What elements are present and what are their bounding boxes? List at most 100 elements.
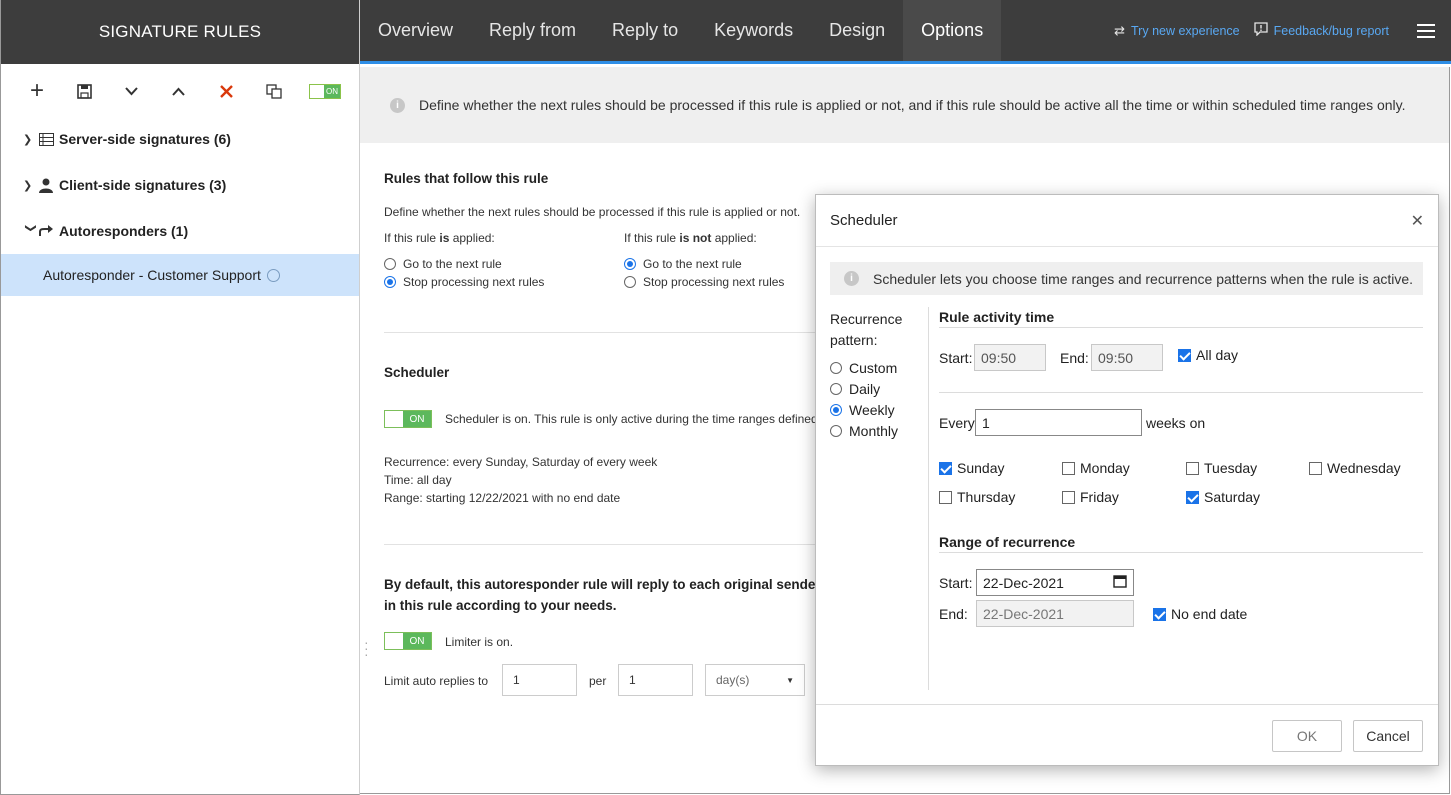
chevron-down-icon[interactable]: ❯ (25, 223, 38, 239)
tree-node-label: Client-side signatures (3) (59, 177, 227, 193)
tab-reply-to[interactable]: Reply to (594, 0, 696, 61)
add-icon[interactable]: + (25, 77, 49, 104)
banner-text: Define whether the next rules should be … (419, 97, 1406, 113)
reply-arrow-icon (39, 225, 59, 237)
column-divider (928, 307, 929, 690)
scheduler-recurrence-summary: Recurrence: every Sunday, Saturday of ev… (384, 455, 658, 469)
limit-count-input[interactable]: 1 (502, 664, 577, 696)
tree-node-autoresponders[interactable]: ❯ Autoresponders (1) (1, 208, 359, 254)
day-saturday-checkbox[interactable]: Saturday (1186, 489, 1260, 505)
dialog-header: Scheduler ✕ (816, 195, 1438, 247)
every-label: Every (939, 415, 975, 431)
tree-node-server-side[interactable]: ❯ Server-side signatures (6) (1, 116, 359, 162)
info-icon: i (390, 97, 405, 113)
delete-icon[interactable] (214, 79, 238, 103)
end-time-label: End: (1060, 350, 1089, 366)
per-count-input[interactable]: 1 (618, 664, 693, 696)
scheduler-status: Scheduler is on. This rule is only activ… (445, 412, 818, 426)
move-up-icon[interactable] (167, 79, 191, 103)
if-not-applied-label: If this rule is not applied: (624, 231, 757, 245)
limiter-text-2: in this rule according to your needs. (384, 598, 617, 613)
per-label: per (589, 674, 607, 688)
range-end-label: End: (939, 606, 968, 622)
dialog-title: Scheduler (830, 212, 898, 229)
no-end-date-checkbox[interactable]: No end date (1153, 606, 1247, 622)
all-day-checkbox[interactable]: All day (1178, 347, 1238, 363)
range-of-recurrence-title: Range of recurrence (939, 534, 1076, 550)
menu-icon[interactable] (1417, 23, 1435, 38)
user-icon (39, 178, 59, 193)
tree-node-label: Server-side signatures (6) (59, 131, 231, 147)
day-monday-checkbox[interactable]: Monday (1062, 460, 1130, 476)
period-unit-select[interactable]: day(s) ▼ (705, 664, 805, 696)
range-end-date-input[interactable]: 22-Dec-2021 (976, 600, 1134, 627)
pattern-custom-radio[interactable]: Custom (830, 357, 898, 378)
day-friday-checkbox[interactable]: Friday (1062, 489, 1119, 505)
tree-item-label: Autoresponder - Customer Support (43, 267, 261, 283)
limiter-toggle[interactable]: ON (384, 632, 432, 650)
ok-button[interactable]: OK (1272, 720, 1342, 752)
section-rule (939, 392, 1423, 393)
calendar-icon[interactable] (1113, 574, 1127, 591)
chevron-right-icon[interactable]: ❯ (23, 179, 39, 192)
tree-node-client-side[interactable]: ❯ Client-side signatures (3) (1, 162, 359, 208)
limiter-status: Limiter is on. (445, 635, 514, 649)
tree-item-autoresponder-customer-support[interactable]: Autoresponder - Customer Support (1, 254, 359, 296)
try-new-experience-link[interactable]: ⇄ Try new experience (1114, 23, 1240, 39)
save-icon[interactable] (72, 79, 96, 103)
feedback-label: Feedback/bug report (1273, 23, 1389, 38)
applied-stop-option[interactable]: Stop processing next rules (384, 275, 544, 289)
section-rule (939, 327, 1423, 328)
rule-enabled-toggle[interactable]: ON (308, 83, 341, 99)
recurrence-pattern-group: Custom Daily Weekly Monthly (830, 357, 898, 441)
caret-down-icon: ▼ (786, 675, 794, 685)
tab-overview[interactable]: Overview (360, 0, 471, 61)
tab-design[interactable]: Design (811, 0, 903, 61)
applied-go-next-option[interactable]: Go to the next rule (384, 257, 502, 271)
rules-follow-desc: Define whether the next rules should be … (384, 205, 801, 219)
footer-rule (816, 704, 1438, 705)
divider (384, 332, 824, 333)
every-weeks-input[interactable]: 1 (975, 409, 1142, 436)
info-icon: i (844, 271, 859, 286)
day-thursday-checkbox[interactable]: Thursday (939, 489, 1015, 505)
pattern-monthly-radio[interactable]: Monthly (830, 420, 898, 441)
day-tuesday-checkbox[interactable]: Tuesday (1186, 460, 1257, 476)
if-applied-label: If this rule is applied: (384, 231, 495, 245)
close-icon[interactable]: ✕ (1411, 211, 1424, 231)
feedback-link[interactable]: Feedback/bug report (1253, 22, 1389, 39)
not-applied-go-next-option[interactable]: Go to the next rule (624, 257, 742, 271)
section-rule (939, 552, 1423, 553)
divider (384, 544, 824, 545)
end-time-input[interactable]: 09:50 (1091, 344, 1163, 371)
start-time-input[interactable]: 09:50 (974, 344, 1046, 371)
limit-auto-replies-label: Limit auto replies to (384, 674, 489, 688)
day-wednesday-checkbox[interactable]: Wednesday (1309, 460, 1401, 476)
tab-keywords[interactable]: Keywords (696, 0, 811, 61)
rules-follow-title: Rules that follow this rule (384, 171, 549, 186)
drag-handle-icon[interactable]: · · · (364, 635, 369, 661)
day-sunday-checkbox[interactable]: Sunday (939, 460, 1004, 476)
copy-icon[interactable] (262, 79, 286, 103)
cancel-button[interactable]: Cancel (1353, 720, 1423, 752)
options-info-banner: i Define whether the next rules should b… (360, 67, 1449, 143)
chevron-right-icon[interactable]: ❯ (23, 133, 39, 146)
scheduler-range-summary: Range: starting 12/22/2021 with no end d… (384, 491, 621, 505)
switch-arrows-icon: ⇄ (1114, 22, 1126, 38)
move-down-icon[interactable] (120, 79, 144, 103)
range-start-date-input[interactable]: 22-Dec-2021 (976, 569, 1134, 596)
rule-activity-time-title: Rule activity time (939, 309, 1055, 325)
pattern-daily-radio[interactable]: Daily (830, 378, 898, 399)
dialog-info-text: Scheduler lets you choose time ranges an… (873, 270, 1414, 287)
scheduler-section-title: Scheduler (384, 365, 450, 380)
sidebar-title: SIGNATURE RULES (1, 0, 359, 64)
pattern-weekly-radio[interactable]: Weekly (830, 399, 898, 420)
tab-reply-from[interactable]: Reply from (471, 0, 594, 61)
range-start-label: Start: (939, 575, 973, 591)
not-applied-stop-option[interactable]: Stop processing next rules (624, 275, 784, 289)
feedback-icon (1253, 22, 1268, 39)
tab-options[interactable]: Options (903, 0, 1002, 64)
dialog-info-banner: i Scheduler lets you choose time ranges … (830, 262, 1423, 295)
scheduler-toggle[interactable]: ON (384, 410, 432, 428)
server-icon (39, 132, 59, 146)
